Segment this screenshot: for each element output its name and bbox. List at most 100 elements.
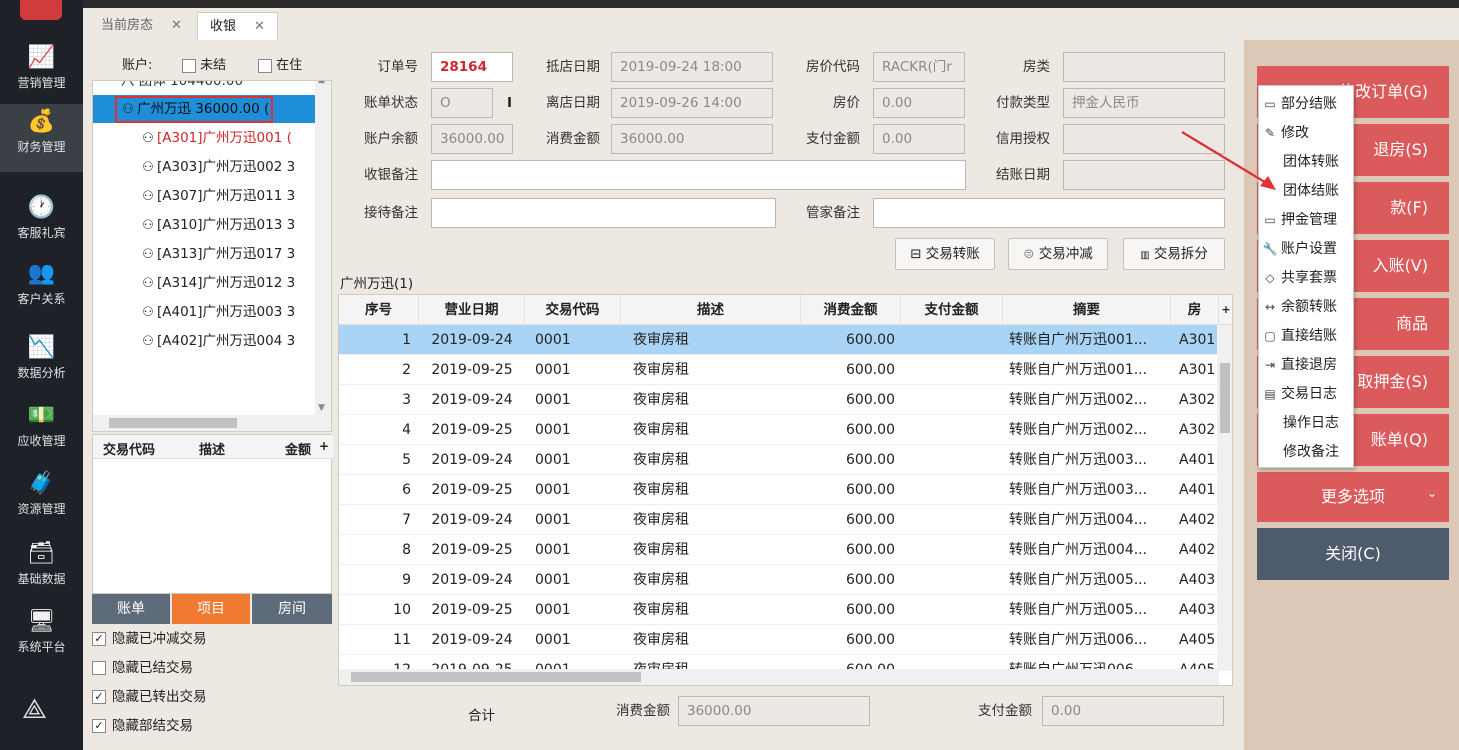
total-paid-field[interactable]: 0.00	[1042, 696, 1224, 726]
order-no-field[interactable]: 28164	[431, 52, 513, 82]
unpaid-checkbox[interactable]	[182, 58, 196, 73]
tab-item[interactable]: 项目	[172, 594, 250, 624]
menu-item-8[interactable]: ▢ 直接结账	[1259, 322, 1355, 351]
col-header[interactable]: 消费金额	[801, 295, 901, 325]
menu-item-10[interactable]: ▤ 交易日志	[1259, 380, 1355, 409]
split-transaction-button[interactable]: ▥ 交易拆分	[1123, 238, 1225, 270]
col-header[interactable]: 交易代码	[103, 439, 155, 458]
nav-item-6[interactable]: 🧳 资源管理	[0, 466, 83, 534]
reception-note-field[interactable]	[431, 198, 776, 228]
arrival-field[interactable]: 2019-09-24 18:00	[611, 52, 773, 82]
menu-item-4[interactable]: ▭ 押金管理	[1259, 206, 1355, 235]
action-button-7[interactable]: 更多选项 ⌄	[1257, 472, 1449, 522]
nav-item-1[interactable]: 💰 财务管理	[0, 104, 83, 172]
col-header[interactable]: 房	[1171, 295, 1219, 325]
hide-option-3[interactable]: ✓ 隐藏部结交易	[92, 713, 193, 739]
tree-node[interactable]: ⚇ [A307]广州万迅011 3	[139, 182, 295, 210]
bill-status-field[interactable]: O	[431, 88, 493, 118]
transfer-transaction-button[interactable]: ⊟ 交易转账	[895, 238, 995, 270]
col-header[interactable]: 支付金额	[901, 295, 1003, 325]
tree-node[interactable]: ⚇ [A310]广州万迅013 3	[139, 211, 295, 239]
col-header[interactable]: 金额	[285, 439, 311, 458]
consume-field[interactable]: 36000.00	[611, 124, 773, 154]
balance-field[interactable]: 36000.00	[431, 124, 513, 154]
table-row[interactable]: 11 2019-09-24 0001 夜审房租 600.00 转账自广州万迅006... A…	[339, 625, 1219, 655]
col-header[interactable]: 序号	[339, 295, 419, 325]
nav-item-2[interactable]: 🕐 客服礼宾	[0, 190, 83, 258]
checkbox[interactable]: ✓	[92, 719, 106, 733]
table-row[interactable]: 9 2019-09-24 0001 夜审房租 600.00 转账自广州万迅005... A4…	[339, 565, 1219, 595]
table-row[interactable]: 4 2019-09-25 0001 夜审房租 600.00 转账自广州万迅002... A3…	[339, 415, 1219, 445]
col-header[interactable]: 交易代码	[525, 295, 621, 325]
action-button-8[interactable]: 关闭(C)	[1257, 528, 1449, 580]
pay-type-field[interactable]: 押金人民币	[1063, 88, 1225, 118]
menu-item-5[interactable]: 🔧 账户设置	[1259, 235, 1355, 264]
menu-item-11[interactable]: 操作日志	[1259, 409, 1355, 438]
tab-bill[interactable]: 账单	[92, 594, 170, 624]
tree-node[interactable]: ⚇ [A303]广州万迅002 3	[139, 153, 295, 181]
hide-option-0[interactable]: ✓ 隐藏已冲减交易	[92, 626, 207, 652]
nav-item-3[interactable]: 👥 客户关系	[0, 256, 83, 324]
rate-field[interactable]: 0.00	[873, 88, 965, 118]
tree-node[interactable]: ⚇ [A314]广州万迅012 3	[139, 269, 295, 297]
table-row[interactable]: 7 2019-09-24 0001 夜审房租 600.00 转账自广州万迅004... A4…	[339, 505, 1219, 535]
hide-option-2[interactable]: ✓ 隐藏已转出交易	[92, 684, 207, 710]
col-header[interactable]: 描述	[199, 439, 225, 458]
nav-item-5[interactable]: 💵 应收管理	[0, 398, 83, 466]
table-cell: 转账自广州万迅004...	[1009, 542, 1148, 558]
nav-item-0[interactable]: 📈 营销管理	[0, 40, 83, 108]
close-icon[interactable]: ✕	[254, 19, 265, 34]
tree-node[interactable]: ⚇ [A401]广州万迅003 3	[139, 298, 295, 326]
grid-vertical-scrollbar[interactable]	[1217, 325, 1232, 671]
add-column-icon[interactable]: +	[1219, 295, 1232, 325]
reverse-transaction-button[interactable]: ⊜ 交易冲减	[1008, 238, 1108, 270]
menu-item-6[interactable]: ◇ 共享套票	[1259, 264, 1355, 293]
receivable-icon: 💵	[27, 403, 56, 428]
butler-note-field[interactable]	[873, 198, 1225, 228]
tab-cashier[interactable]: 收银 ✕	[197, 12, 278, 40]
tree-group-node[interactable]: 八 团体 104400.00	[121, 81, 243, 95]
menu-item-0[interactable]: ▭ 部分结账	[1259, 90, 1355, 119]
inhouse-checkbox[interactable]	[258, 58, 272, 73]
grid-horizontal-scrollbar[interactable]	[339, 669, 1219, 685]
menu-item-7[interactable]: ↔ 余额转账	[1259, 293, 1355, 322]
hide-option-1[interactable]: 隐藏已结交易	[92, 655, 193, 681]
nav-item-8[interactable]: 🖥 系统平台	[0, 604, 83, 672]
tree-node-label: [A314]广州万迅012 3	[157, 275, 296, 291]
checkbox[interactable]	[92, 661, 106, 675]
col-header[interactable]: 描述	[621, 295, 801, 325]
room-type-field[interactable]	[1063, 52, 1225, 82]
col-header[interactable]: 营业日期	[419, 295, 525, 325]
tree-node[interactable]: ⚇ [A301]广州万迅001 (	[139, 124, 292, 152]
table-cell: 600.00	[846, 632, 895, 648]
table-row[interactable]: 5 2019-09-24 0001 夜审房租 600.00 转账自广州万迅003... A4…	[339, 445, 1219, 475]
table-row[interactable]: 2 2019-09-25 0001 夜审房租 600.00 转账自广州万迅001... A3…	[339, 355, 1219, 385]
tree-node[interactable]: ⚇ [A402]广州万迅004 3	[139, 327, 295, 355]
tree-horizontal-scrollbar[interactable]	[93, 415, 331, 431]
checkbox[interactable]: ✓	[92, 690, 106, 704]
close-icon[interactable]: ✕	[171, 18, 182, 33]
col-header[interactable]: 摘要	[1003, 295, 1171, 325]
add-column-icon[interactable]: +	[319, 439, 329, 453]
table-row[interactable]: 1 2019-09-24 0001 夜审房租 600.00 转账自广州万迅001... A3…	[339, 325, 1219, 355]
nav-item-7[interactable]: 🗃 基础数据	[0, 536, 83, 604]
group-users-icon: ⚇	[142, 276, 154, 291]
total-consume-field[interactable]: 36000.00	[678, 696, 870, 726]
menu-item-12[interactable]: 修改备注	[1259, 438, 1355, 467]
nav-item-4[interactable]: 📉 数据分析	[0, 330, 83, 398]
tab-room-status[interactable]: 当前房态 ✕	[89, 12, 194, 40]
checkbox[interactable]: ✓	[92, 632, 106, 646]
table-row[interactable]: 3 2019-09-24 0001 夜审房租 600.00 转账自广州万迅002... A3…	[339, 385, 1219, 415]
menu-item-9[interactable]: ⇥ 直接退房	[1259, 351, 1355, 380]
paid-field[interactable]: 0.00	[873, 124, 965, 154]
tab-room[interactable]: 房间	[252, 594, 332, 624]
table-row[interactable]: 8 2019-09-25 0001 夜审房租 600.00 转账自广州万迅004... A4…	[339, 535, 1219, 565]
tree-node-selected[interactable]: ⚇ 广州万迅 36000.00 (	[93, 95, 315, 123]
tree-node[interactable]: ⚇ [A313]广州万迅017 3	[139, 240, 295, 268]
table-row[interactable]: 10 2019-09-25 0001 夜审房租 600.00 转账自广州万迅005... A…	[339, 595, 1219, 625]
table-row[interactable]: 6 2019-09-25 0001 夜审房租 600.00 转账自广州万迅003... A4…	[339, 475, 1219, 505]
cashier-note-field[interactable]	[431, 160, 966, 190]
tree-vertical-scrollbar[interactable]: ▲ ▼	[315, 81, 331, 415]
departure-field[interactable]: 2019-09-26 14:00	[611, 88, 773, 118]
rate-code-field[interactable]: RACKR(门r	[873, 52, 965, 82]
